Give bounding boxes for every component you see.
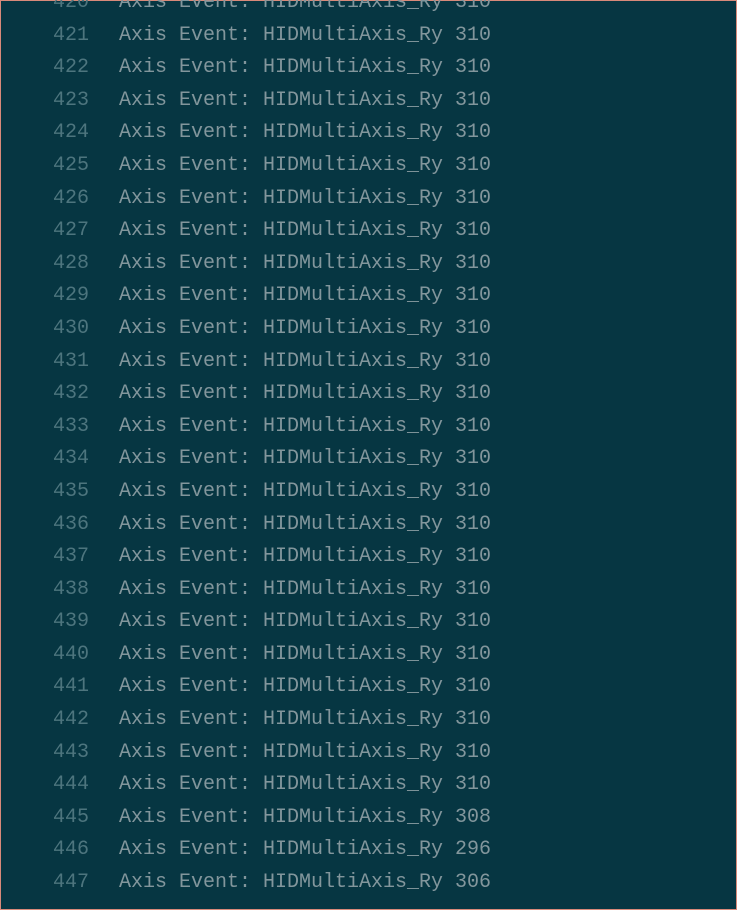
line-number: 446 [9,834,89,867]
line-number: 421 [9,20,89,53]
log-line: 439Axis Event: HIDMultiAxis_Ry 310 [9,606,736,639]
log-line: 423Axis Event: HIDMultiAxis_Ry 310 [9,85,736,118]
log-text: Axis Event: HIDMultiAxis_Ry 310 [89,737,491,770]
line-number: 420 [9,0,89,20]
log-line: 420Axis Event: HIDMultiAxis_Ry 310 [9,0,736,20]
log-line: 447Axis Event: HIDMultiAxis_Ry 306 [9,867,736,900]
line-number: 434 [9,443,89,476]
log-output[interactable]: 420Axis Event: HIDMultiAxis_Ry 310421Axi… [1,0,736,900]
log-text: Axis Event: HIDMultiAxis_Ry 310 [89,443,491,476]
log-text: Axis Event: HIDMultiAxis_Ry 310 [89,574,491,607]
log-line: 422Axis Event: HIDMultiAxis_Ry 310 [9,52,736,85]
log-line: 428Axis Event: HIDMultiAxis_Ry 310 [9,248,736,281]
line-number: 430 [9,313,89,346]
log-text: Axis Event: HIDMultiAxis_Ry 310 [89,248,491,281]
log-line: 442Axis Event: HIDMultiAxis_Ry 310 [9,704,736,737]
log-text: Axis Event: HIDMultiAxis_Ry 310 [89,183,491,216]
line-number: 438 [9,574,89,607]
line-number: 443 [9,737,89,770]
line-number: 426 [9,183,89,216]
line-number: 428 [9,248,89,281]
line-number: 439 [9,606,89,639]
log-text: Axis Event: HIDMultiAxis_Ry 308 [89,802,491,835]
line-number: 444 [9,769,89,802]
log-line: 437Axis Event: HIDMultiAxis_Ry 310 [9,541,736,574]
log-line: 425Axis Event: HIDMultiAxis_Ry 310 [9,150,736,183]
log-text: Axis Event: HIDMultiAxis_Ry 310 [89,606,491,639]
line-number: 425 [9,150,89,183]
log-text: Axis Event: HIDMultiAxis_Ry 310 [89,671,491,704]
log-line: 429Axis Event: HIDMultiAxis_Ry 310 [9,280,736,313]
log-line: 435Axis Event: HIDMultiAxis_Ry 310 [9,476,736,509]
log-text: Axis Event: HIDMultiAxis_Ry 310 [89,215,491,248]
log-line: 421Axis Event: HIDMultiAxis_Ry 310 [9,20,736,53]
log-text: Axis Event: HIDMultiAxis_Ry 306 [89,867,491,900]
log-text: Axis Event: HIDMultiAxis_Ry 296 [89,834,491,867]
line-number: 442 [9,704,89,737]
log-text: Axis Event: HIDMultiAxis_Ry 310 [89,411,491,444]
log-text: Axis Event: HIDMultiAxis_Ry 310 [89,639,491,672]
log-text: Axis Event: HIDMultiAxis_Ry 310 [89,476,491,509]
line-number: 440 [9,639,89,672]
line-number: 429 [9,280,89,313]
log-line: 424Axis Event: HIDMultiAxis_Ry 310 [9,117,736,150]
line-number: 441 [9,671,89,704]
log-line: 426Axis Event: HIDMultiAxis_Ry 310 [9,183,736,216]
log-text: Axis Event: HIDMultiAxis_Ry 310 [89,280,491,313]
log-text: Axis Event: HIDMultiAxis_Ry 310 [89,52,491,85]
line-number: 423 [9,85,89,118]
log-text: Axis Event: HIDMultiAxis_Ry 310 [89,346,491,379]
log-text: Axis Event: HIDMultiAxis_Ry 310 [89,378,491,411]
log-line: 438Axis Event: HIDMultiAxis_Ry 310 [9,574,736,607]
line-number: 432 [9,378,89,411]
line-number: 435 [9,476,89,509]
log-line: 441Axis Event: HIDMultiAxis_Ry 310 [9,671,736,704]
log-text: Axis Event: HIDMultiAxis_Ry 310 [89,150,491,183]
log-line: 443Axis Event: HIDMultiAxis_Ry 310 [9,737,736,770]
log-text: Axis Event: HIDMultiAxis_Ry 310 [89,541,491,574]
log-line: 440Axis Event: HIDMultiAxis_Ry 310 [9,639,736,672]
log-text: Axis Event: HIDMultiAxis_Ry 310 [89,313,491,346]
line-number: 424 [9,117,89,150]
log-line: 431Axis Event: HIDMultiAxis_Ry 310 [9,346,736,379]
line-number: 433 [9,411,89,444]
line-number: 447 [9,867,89,900]
log-line: 434Axis Event: HIDMultiAxis_Ry 310 [9,443,736,476]
line-number: 431 [9,346,89,379]
line-number: 422 [9,52,89,85]
line-number: 445 [9,802,89,835]
log-text: Axis Event: HIDMultiAxis_Ry 310 [89,85,491,118]
log-text: Axis Event: HIDMultiAxis_Ry 310 [89,117,491,150]
line-number: 436 [9,509,89,542]
log-line: 432Axis Event: HIDMultiAxis_Ry 310 [9,378,736,411]
line-number: 437 [9,541,89,574]
log-line: 446Axis Event: HIDMultiAxis_Ry 296 [9,834,736,867]
log-text: Axis Event: HIDMultiAxis_Ry 310 [89,0,491,20]
log-text: Axis Event: HIDMultiAxis_Ry 310 [89,769,491,802]
log-line: 445Axis Event: HIDMultiAxis_Ry 308 [9,802,736,835]
log-line: 427Axis Event: HIDMultiAxis_Ry 310 [9,215,736,248]
log-text: Axis Event: HIDMultiAxis_Ry 310 [89,509,491,542]
log-line: 444Axis Event: HIDMultiAxis_Ry 310 [9,769,736,802]
log-text: Axis Event: HIDMultiAxis_Ry 310 [89,20,491,53]
log-line: 433Axis Event: HIDMultiAxis_Ry 310 [9,411,736,444]
line-number: 427 [9,215,89,248]
log-line: 436Axis Event: HIDMultiAxis_Ry 310 [9,509,736,542]
log-text: Axis Event: HIDMultiAxis_Ry 310 [89,704,491,737]
log-line: 430Axis Event: HIDMultiAxis_Ry 310 [9,313,736,346]
